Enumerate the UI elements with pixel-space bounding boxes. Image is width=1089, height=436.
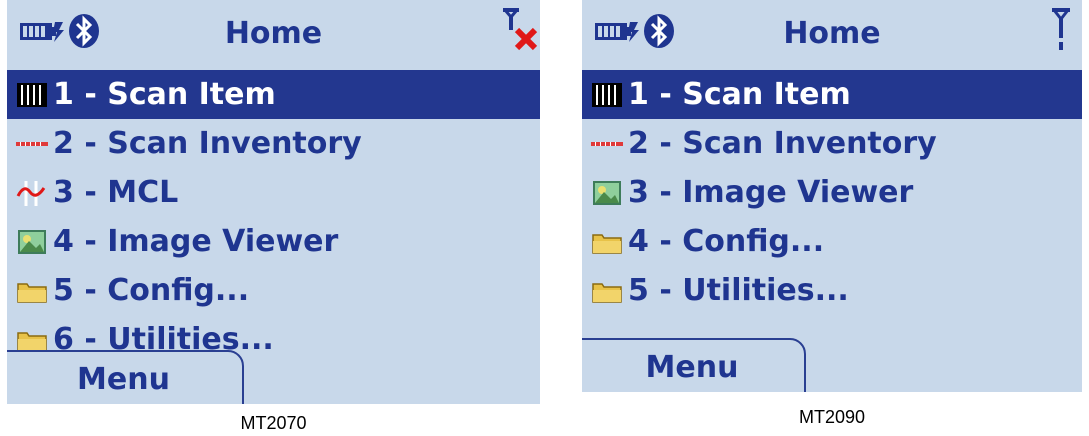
menu-item-label: 5 - Config... — [53, 273, 250, 308]
folder-icon — [590, 276, 624, 306]
image-icon — [15, 227, 49, 257]
menu-item-image-viewer[interactable]: 4 - Image Viewer — [7, 217, 540, 266]
folder-icon — [590, 227, 624, 257]
menu-item-config[interactable]: 4 - Config... — [582, 217, 1082, 266]
menu-item-scan-item[interactable]: 1 - Scan Item — [7, 70, 540, 119]
menu-softkey[interactable]: Menu — [582, 338, 806, 392]
menu-item-label: 4 - Config... — [628, 224, 825, 259]
menu-softkey[interactable]: Menu — [7, 350, 244, 404]
antenna-icon[interactable] — [1050, 4, 1074, 54]
status-bar: Home — [582, 0, 1082, 70]
barcode-icon — [15, 129, 49, 159]
barcode-icon — [590, 129, 624, 159]
image-icon — [590, 178, 624, 208]
menu-item-scan-inventory[interactable]: 2 - Scan Inventory — [7, 119, 540, 168]
home-menu-list: 1 - Scan Item 2 - Scan Inventory — [582, 70, 1082, 315]
menu-item-image-viewer[interactable]: 3 - Image Viewer — [582, 168, 1082, 217]
menu-item-config[interactable]: 5 - Config... — [7, 266, 540, 315]
barcode-icon — [590, 80, 624, 110]
screen-title: Home — [783, 16, 881, 51]
menu-item-label: 1 - Scan Item — [53, 77, 276, 112]
device-caption: MT2070 — [240, 413, 307, 433]
menu-item-label: 5 - Utilities... — [628, 273, 849, 308]
menu-item-label: 2 - Scan Inventory — [53, 126, 362, 161]
device-screen: Home 1 - Scan Item 2 - Scan Inventory 3 … — [582, 0, 1082, 392]
folder-icon — [15, 276, 49, 306]
device-screen: Home 1 - Scan Item 2 - Scan Inventory 3 … — [7, 0, 540, 404]
menu-item-label: 1 - Scan Item — [628, 77, 851, 112]
menu-item-label: 3 - Image Viewer — [628, 175, 914, 210]
menu-item-mcl[interactable]: 3 - MCL — [7, 168, 540, 217]
screen-title: Home — [224, 16, 323, 51]
menu-item-label: 4 - Image Viewer — [53, 224, 339, 259]
status-bar: Home — [7, 0, 540, 70]
menu-item-label: 2 - Scan Inventory — [628, 126, 937, 161]
menu-item-scan-inventory[interactable]: 2 - Scan Inventory — [582, 119, 1082, 168]
mcl-icon — [15, 178, 49, 208]
antenna-no-signal-icon[interactable] — [501, 4, 540, 54]
menu-item-scan-item[interactable]: 1 - Scan Item — [582, 70, 1082, 119]
menu-item-utilities[interactable]: 5 - Utilities... — [582, 266, 1082, 315]
device-caption: MT2090 — [798, 407, 866, 427]
menu-item-label: 3 - MCL — [53, 175, 179, 210]
barcode-icon — [15, 80, 49, 110]
home-menu-list: 1 - Scan Item 2 - Scan Inventory — [7, 70, 540, 364]
